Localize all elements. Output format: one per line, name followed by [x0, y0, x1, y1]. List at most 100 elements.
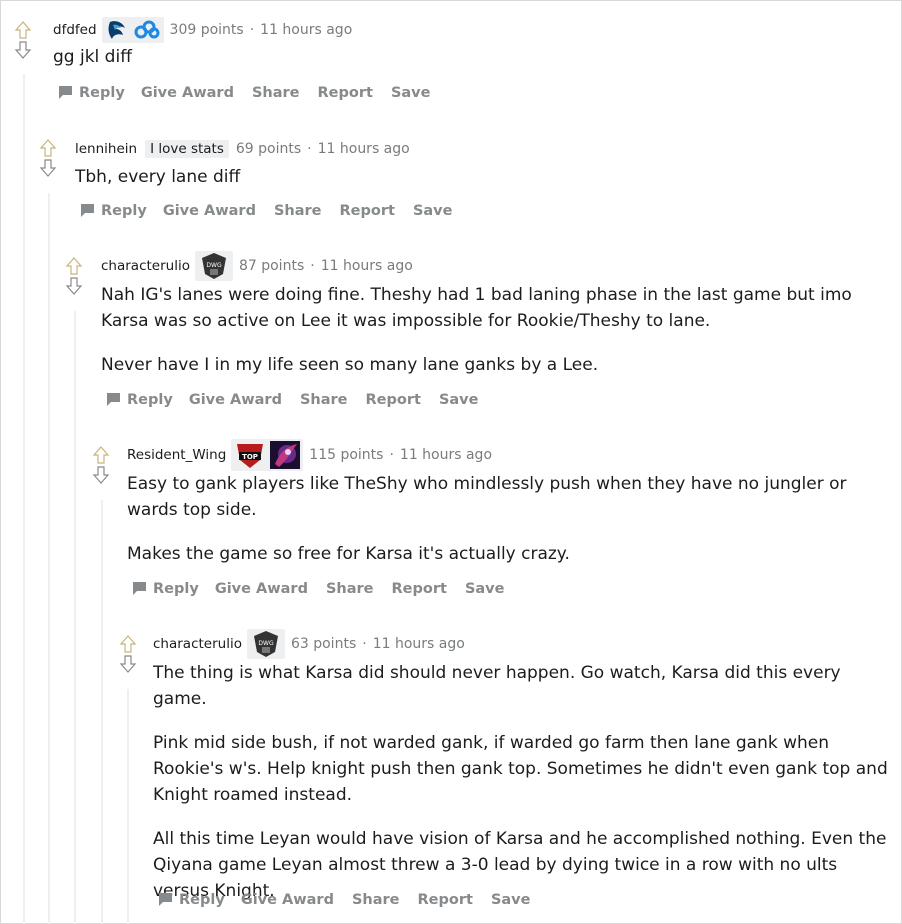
downvote-arrow-icon[interactable]: [64, 276, 84, 296]
give-award-button[interactable]: Give Award: [141, 85, 234, 101]
svg-text:DWG: DWG: [258, 640, 274, 647]
upvote-arrow-icon[interactable]: [64, 256, 84, 276]
reply-button[interactable]: Reply: [131, 580, 199, 597]
save-button[interactable]: Save: [439, 392, 479, 408]
reply-button[interactable]: Reply: [57, 84, 125, 101]
comment-bubble-icon: [159, 893, 172, 906]
cloud9-team-logo-icon: [134, 20, 160, 39]
comment-header: dfdfed 309 points · 11 hours ago: [53, 16, 352, 44]
author-link[interactable]: characterulio: [153, 636, 242, 652]
report-button[interactable]: Report: [318, 85, 373, 101]
upvote-arrow-icon[interactable]: [91, 445, 111, 465]
comment-body: The thing is what Karsa did should never…: [153, 660, 888, 922]
reply-label: Reply: [179, 891, 225, 908]
report-button[interactable]: Report: [392, 581, 447, 597]
give-award-button[interactable]: Give Award: [241, 892, 334, 908]
liquid-team-logo-icon: [108, 21, 125, 39]
score: 115 points: [309, 447, 384, 463]
comment-paragraph: Nah IG's lanes were doing fine. Theshy h…: [101, 285, 852, 331]
author-link[interactable]: Resident_Wing: [127, 447, 226, 463]
author-link[interactable]: characterulio: [101, 258, 190, 274]
meta-separator: ·: [307, 141, 312, 157]
score: 309 points: [169, 22, 244, 38]
thread-line-3[interactable]: [101, 500, 103, 924]
meta-separator: ·: [362, 636, 367, 652]
reply-button[interactable]: Reply: [79, 202, 147, 219]
comment-bubble-icon: [133, 582, 146, 595]
comment-actions: Reply Give Award Share Report Save: [57, 84, 448, 101]
comment-bubble-icon: [81, 204, 94, 217]
comment-paragraph: The thing is what Karsa did should never…: [153, 663, 841, 709]
thread-line-2[interactable]: [74, 311, 76, 924]
comment-actions: Reply Give Award Share Report Save: [105, 391, 496, 408]
upvote-arrow-icon[interactable]: [118, 634, 138, 654]
comment-paragraph: Easy to gank players like TheShy who min…: [127, 474, 847, 520]
share-button[interactable]: Share: [252, 85, 300, 101]
downvote-arrow-icon[interactable]: [118, 654, 138, 674]
reply-label: Reply: [127, 391, 173, 408]
user-flair: TOP: [231, 439, 304, 471]
user-flair: DWG: [246, 629, 285, 659]
top-esports-logo-icon: TOP: [237, 444, 264, 468]
comment-paragraph: Tbh, every lane diff: [75, 167, 241, 187]
downvote-arrow-icon[interactable]: [13, 40, 33, 60]
give-award-button[interactable]: Give Award: [189, 392, 282, 408]
author-link[interactable]: lennihein: [75, 141, 137, 157]
comment-body: Nah IG's lanes were doing fine. Theshy h…: [101, 282, 861, 396]
meta-separator: ·: [310, 258, 315, 274]
upvote-arrow-icon[interactable]: [13, 20, 33, 40]
user-flair: [101, 17, 164, 43]
comment-actions: Reply Give Award Share Report Save: [131, 580, 522, 597]
reply-label: Reply: [153, 580, 199, 597]
reply-button[interactable]: Reply: [157, 891, 225, 908]
vote-column: [38, 138, 58, 178]
meta-separator: ·: [389, 447, 394, 463]
thread-line-0[interactable]: [23, 74, 25, 924]
score: 87 points: [238, 258, 305, 274]
share-button[interactable]: Share: [326, 581, 374, 597]
vote-column: [118, 634, 138, 674]
report-button[interactable]: Report: [340, 203, 395, 219]
timestamp[interactable]: 11 hours ago: [373, 636, 465, 652]
comment-bubble-icon: [107, 393, 120, 406]
save-button[interactable]: Save: [465, 581, 505, 597]
score: 69 points: [235, 141, 302, 157]
share-button[interactable]: Share: [300, 392, 348, 408]
timestamp[interactable]: 11 hours ago: [318, 141, 410, 157]
timestamp[interactable]: 11 hours ago: [260, 22, 352, 38]
comment-header: Resident_Wing TOP 115 points · 11 hours …: [127, 436, 492, 474]
author-link[interactable]: dfdfed: [53, 22, 97, 38]
reply-label: Reply: [101, 202, 147, 219]
save-button[interactable]: Save: [491, 892, 531, 908]
save-button[interactable]: Save: [391, 85, 431, 101]
thread-line-4[interactable]: [127, 689, 129, 924]
comment-paragraph: Never have I in my life seen so many lan…: [101, 355, 599, 375]
vote-column: [64, 256, 84, 296]
share-button[interactable]: Share: [352, 892, 400, 908]
report-button[interactable]: Report: [366, 392, 421, 408]
meta-separator: ·: [249, 22, 255, 38]
timestamp[interactable]: 11 hours ago: [400, 447, 492, 463]
report-button[interactable]: Report: [418, 892, 473, 908]
svg-text:DWG: DWG: [206, 262, 222, 269]
save-button[interactable]: Save: [413, 203, 453, 219]
comment-body: Easy to gank players like TheShy who min…: [127, 471, 857, 585]
give-award-button[interactable]: Give Award: [163, 203, 256, 219]
give-award-button[interactable]: Give Award: [215, 581, 308, 597]
timestamp[interactable]: 11 hours ago: [321, 258, 413, 274]
reply-label: Reply: [79, 84, 125, 101]
user-flair-text: I love stats: [145, 140, 229, 158]
score: 63 points: [290, 636, 357, 652]
comment-actions: Reply Give Award Share Report Save: [157, 891, 548, 908]
comment-paragraph: gg jkl diff: [53, 47, 132, 67]
downvote-arrow-icon[interactable]: [38, 158, 58, 178]
comment-bubble-icon: [59, 86, 72, 99]
upvote-arrow-icon[interactable]: [38, 138, 58, 158]
comment-header: characterulio DWG 87 points · 11 hours a…: [101, 248, 413, 284]
share-button[interactable]: Share: [274, 203, 322, 219]
downvote-arrow-icon[interactable]: [91, 465, 111, 485]
thread-line-1[interactable]: [48, 193, 50, 924]
reply-button[interactable]: Reply: [105, 391, 173, 408]
vote-column: [13, 20, 33, 60]
dwg-team-logo-icon: DWG: [201, 253, 226, 279]
